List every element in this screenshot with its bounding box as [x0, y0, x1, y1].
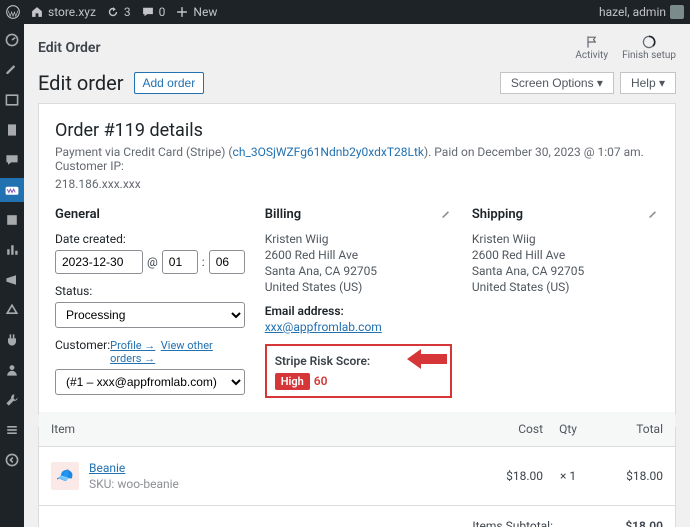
settings-icon[interactable] — [4, 422, 20, 438]
dashboard-icon[interactable] — [4, 32, 20, 48]
add-order-button[interactable]: Add order — [134, 72, 205, 94]
customer-select[interactable]: (#1 – xxx@appfromlab.com) — [55, 369, 245, 395]
order-totals: Items Subtotal:$18.00 Order Total:$18.00… — [39, 506, 675, 527]
stripe-risk-box: Stripe Risk Score: High60 — [265, 344, 452, 398]
payment-line: Payment via Credit Card (Stripe) (ch_3OS… — [55, 145, 659, 173]
new-link[interactable]: New — [175, 5, 217, 19]
site-link[interactable]: store.xyz — [30, 5, 96, 19]
minute-input[interactable] — [209, 250, 245, 274]
plus-icon — [175, 5, 189, 19]
avatar — [670, 5, 684, 19]
user-greeting[interactable]: hazel, admin — [599, 5, 684, 19]
wp-logo-icon[interactable] — [6, 5, 20, 19]
risk-score: 60 — [314, 374, 328, 388]
plugins-icon[interactable] — [4, 332, 20, 348]
screen-options-button[interactable]: Screen Options ▾ — [500, 72, 614, 94]
admin-sidemenu — [0, 24, 24, 527]
items-panel: Item Cost Qty Total 🧢 Beanie SKU: woo-be… — [38, 427, 676, 527]
analytics-icon[interactable] — [4, 242, 20, 258]
billing-email-link[interactable]: xxx@appfromlab.com — [265, 320, 382, 334]
help-button[interactable]: Help ▾ — [620, 72, 676, 94]
callout-arrow-icon — [407, 346, 447, 375]
comment-icon — [141, 5, 155, 19]
updates-link[interactable]: 3 — [106, 5, 131, 19]
billing-column: Billing Kristen Wiig 2600 Red Hill Ave S… — [265, 207, 452, 398]
products-icon[interactable] — [4, 212, 20, 228]
edit-shipping-icon[interactable] — [647, 207, 659, 219]
pages-icon[interactable] — [4, 122, 20, 138]
page-header: Edit Order — [38, 40, 100, 56]
comments-menu-icon[interactable] — [4, 152, 20, 168]
status-select[interactable]: Processing — [55, 302, 245, 328]
tools-icon[interactable] — [4, 392, 20, 408]
charge-link[interactable]: ch_3OSjWZFg61Ndnb2y0xdxT28Ltk — [233, 145, 424, 159]
users-icon[interactable] — [4, 362, 20, 378]
posts-icon[interactable] — [4, 62, 20, 78]
product-link[interactable]: Beanie — [89, 461, 125, 475]
activity-button[interactable]: Activity — [575, 34, 608, 61]
content-area: Edit Order Activity Finish setup Edit or… — [24, 24, 690, 527]
refresh-icon — [106, 5, 120, 19]
order-title: Order #119 details — [55, 120, 659, 141]
collapse-icon[interactable] — [4, 452, 20, 468]
page-title: Edit order — [38, 71, 124, 95]
edit-billing-icon[interactable] — [440, 207, 452, 219]
admin-bar: store.xyz 3 0 New hazel, admin — [0, 0, 690, 24]
product-thumb: 🧢 — [51, 462, 79, 490]
hour-input[interactable] — [162, 250, 198, 274]
comments-link[interactable]: 0 — [141, 5, 166, 19]
order-details-panel: Order #119 details Payment via Credit Ca… — [38, 103, 676, 415]
shipping-column: Shipping Kristen Wiig 2600 Red Hill Ave … — [472, 207, 659, 398]
flag-icon — [584, 34, 600, 50]
home-icon — [30, 5, 44, 19]
profile-link[interactable]: Profile → — [110, 339, 155, 352]
line-item: 🧢 Beanie SKU: woo-beanie $18.00 × 1 $18.… — [39, 447, 675, 506]
items-header: Item Cost Qty Total — [39, 412, 675, 447]
general-column: General Date created: @ : Status: Proces… — [55, 207, 245, 398]
progress-circle-icon — [641, 34, 657, 50]
marketing-icon[interactable] — [4, 272, 20, 288]
woocommerce-icon[interactable] — [0, 178, 24, 202]
media-icon[interactable] — [4, 92, 20, 108]
finish-setup-button[interactable]: Finish setup — [622, 34, 676, 61]
date-input[interactable] — [55, 250, 143, 274]
appearance-icon[interactable] — [4, 302, 20, 318]
risk-level-badge: High — [275, 373, 310, 390]
customer-ip: 218.186.xxx.xxx — [55, 177, 659, 191]
